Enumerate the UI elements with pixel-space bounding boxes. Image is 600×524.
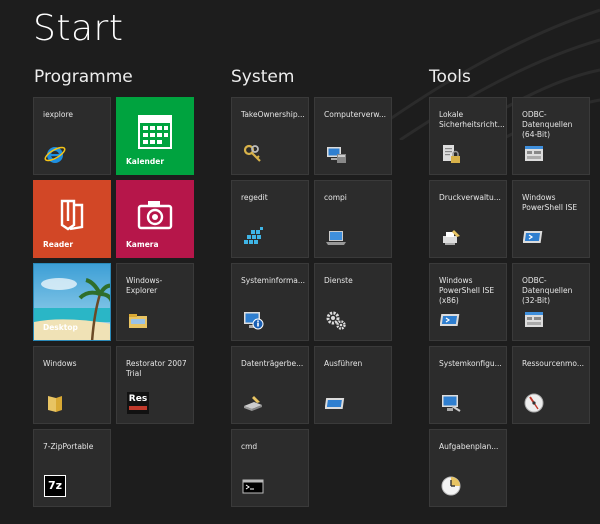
tile-label: cmd <box>241 442 258 451</box>
group-title-tools[interactable]: Tools <box>429 67 471 87</box>
tile-label: TakeOwnership... <box>241 110 305 119</box>
tile-label: Dienste <box>324 276 353 285</box>
tile-kalender[interactable]: Kalender <box>116 97 194 175</box>
tile-label: Windows PowerShell ISE <box>522 193 578 212</box>
tile-label: Aufgabenplan... <box>439 442 499 451</box>
tile-label: iexplore <box>43 110 73 119</box>
tile-ressourcenmonitor[interactable]: Ressourcenmo... <box>512 346 590 424</box>
tile-label: 7-ZipPortable <box>43 442 94 451</box>
tile-7zip[interactable]: 7-ZipPortable 7z <box>33 429 111 507</box>
tile-aufgabenplanung[interactable]: Aufgabenplan... <box>429 429 507 507</box>
tile-powershell-ise-x86[interactable]: Windows PowerShell ISE (x86) <box>429 263 507 341</box>
tile-takeownership[interactable]: TakeOwnership... <box>231 97 309 175</box>
print-management-icon <box>443 230 460 245</box>
tile-label: Restorator 2007 Trial <box>126 359 187 378</box>
disk-cleanup-icon <box>244 396 262 411</box>
resource-monitor-icon <box>524 393 544 413</box>
reader-book-icon <box>60 199 84 231</box>
tile-windows[interactable]: Windows <box>33 346 111 424</box>
tile-label: Kalender <box>126 157 165 166</box>
file-explorer-icon <box>129 314 147 328</box>
group-title-programme[interactable]: Programme <box>34 67 133 87</box>
odbc-data-sources-icon <box>525 146 543 161</box>
tile-label: Windows PowerShell ISE (x86) <box>439 276 495 305</box>
7zip-icon: 7z <box>44 475 66 497</box>
tile-label: ODBC- Datenquellen (32-Bit) <box>522 276 573 305</box>
tile-powershell-ise[interactable]: Windows PowerShell ISE <box>512 180 590 258</box>
tile-compi[interactable]: compi <box>314 180 392 258</box>
tile-lokale-sicherheitsrichtlinie[interactable]: Lokale Sicherheitsricht... <box>429 97 507 175</box>
tile-label: ODBC- Datenquellen (64-Bit) <box>522 110 573 139</box>
tile-label: Systemkonfigu... <box>439 359 502 368</box>
tile-reader[interactable]: Reader <box>33 180 111 258</box>
system-configuration-icon <box>442 395 461 412</box>
powershell-icon <box>440 314 460 326</box>
tile-odbc-64[interactable]: ODBC- Datenquellen (64-Bit) <box>512 97 590 175</box>
tile-label: Lokale Sicherheitsricht... <box>439 110 505 129</box>
tile-regedit[interactable]: regedit <box>231 180 309 258</box>
system-information-icon <box>244 312 264 330</box>
calendar-icon <box>138 115 172 149</box>
tile-label: Kamera <box>126 240 159 249</box>
tile-desktop[interactable]: Desktop <box>33 263 111 341</box>
tile-datentraegerbereinigung[interactable]: Datenträgerbe... <box>231 346 309 424</box>
tile-systeminformationen[interactable]: Systeminforma... <box>231 263 309 341</box>
computer-management-icon <box>327 147 346 163</box>
folder-icon <box>48 396 62 412</box>
tile-label: Ressourcenmo... <box>522 359 584 368</box>
restorator-icon: Res <box>127 392 149 414</box>
security-policy-icon <box>443 145 460 163</box>
tile-label: regedit <box>241 193 268 202</box>
tile-computerverwaltung[interactable]: Computerverw... <box>314 97 392 175</box>
odbc-data-sources-icon <box>525 312 543 327</box>
tile-druckverwaltung[interactable]: Druckverwaltu... <box>429 180 507 258</box>
tile-label: Systeminforma... <box>241 276 306 285</box>
camera-icon <box>137 201 173 230</box>
tile-ausfuehren[interactable]: Ausführen <box>314 346 392 424</box>
tile-kamera[interactable]: Kamera <box>116 180 194 258</box>
task-scheduler-clock-icon <box>441 476 461 496</box>
keys-icon <box>243 144 261 162</box>
start-title: Start <box>33 8 124 49</box>
tile-restorator[interactable]: Restorator 2007 Trial Res <box>116 346 194 424</box>
tile-dienste[interactable]: Dienste <box>314 263 392 341</box>
run-dialog-icon <box>325 398 345 409</box>
tile-systemkonfiguration[interactable]: Systemkonfigu... <box>429 346 507 424</box>
command-prompt-icon <box>242 479 264 494</box>
tile-label: Ausführen <box>324 359 363 368</box>
services-gears-icon <box>326 311 346 330</box>
registry-editor-icon <box>244 227 263 244</box>
tile-label: Windows <box>43 359 77 368</box>
tile-label: Reader <box>43 240 74 249</box>
tile-label: Desktop <box>43 323 78 332</box>
restorator-icon-text: Res <box>128 394 148 404</box>
powershell-icon <box>523 231 543 243</box>
internet-explorer-icon <box>44 146 66 163</box>
tile-windows-explorer[interactable]: Windows- Explorer <box>116 263 194 341</box>
tile-odbc-32[interactable]: ODBC- Datenquellen (32-Bit) <box>512 263 590 341</box>
tile-label: Computerverw... <box>324 110 387 119</box>
laptop-icon <box>326 231 346 245</box>
tile-label: Windows- Explorer <box>126 276 163 295</box>
tile-label: Datenträgerbe... <box>241 359 304 368</box>
tile-iexplore[interactable]: iexplore <box>33 97 111 175</box>
tile-label: compi <box>324 193 347 202</box>
tile-label: Druckverwaltu... <box>439 193 501 202</box>
7zip-icon-text: 7z <box>47 479 63 492</box>
group-title-system[interactable]: System <box>231 67 294 87</box>
tile-cmd[interactable]: cmd <box>231 429 309 507</box>
